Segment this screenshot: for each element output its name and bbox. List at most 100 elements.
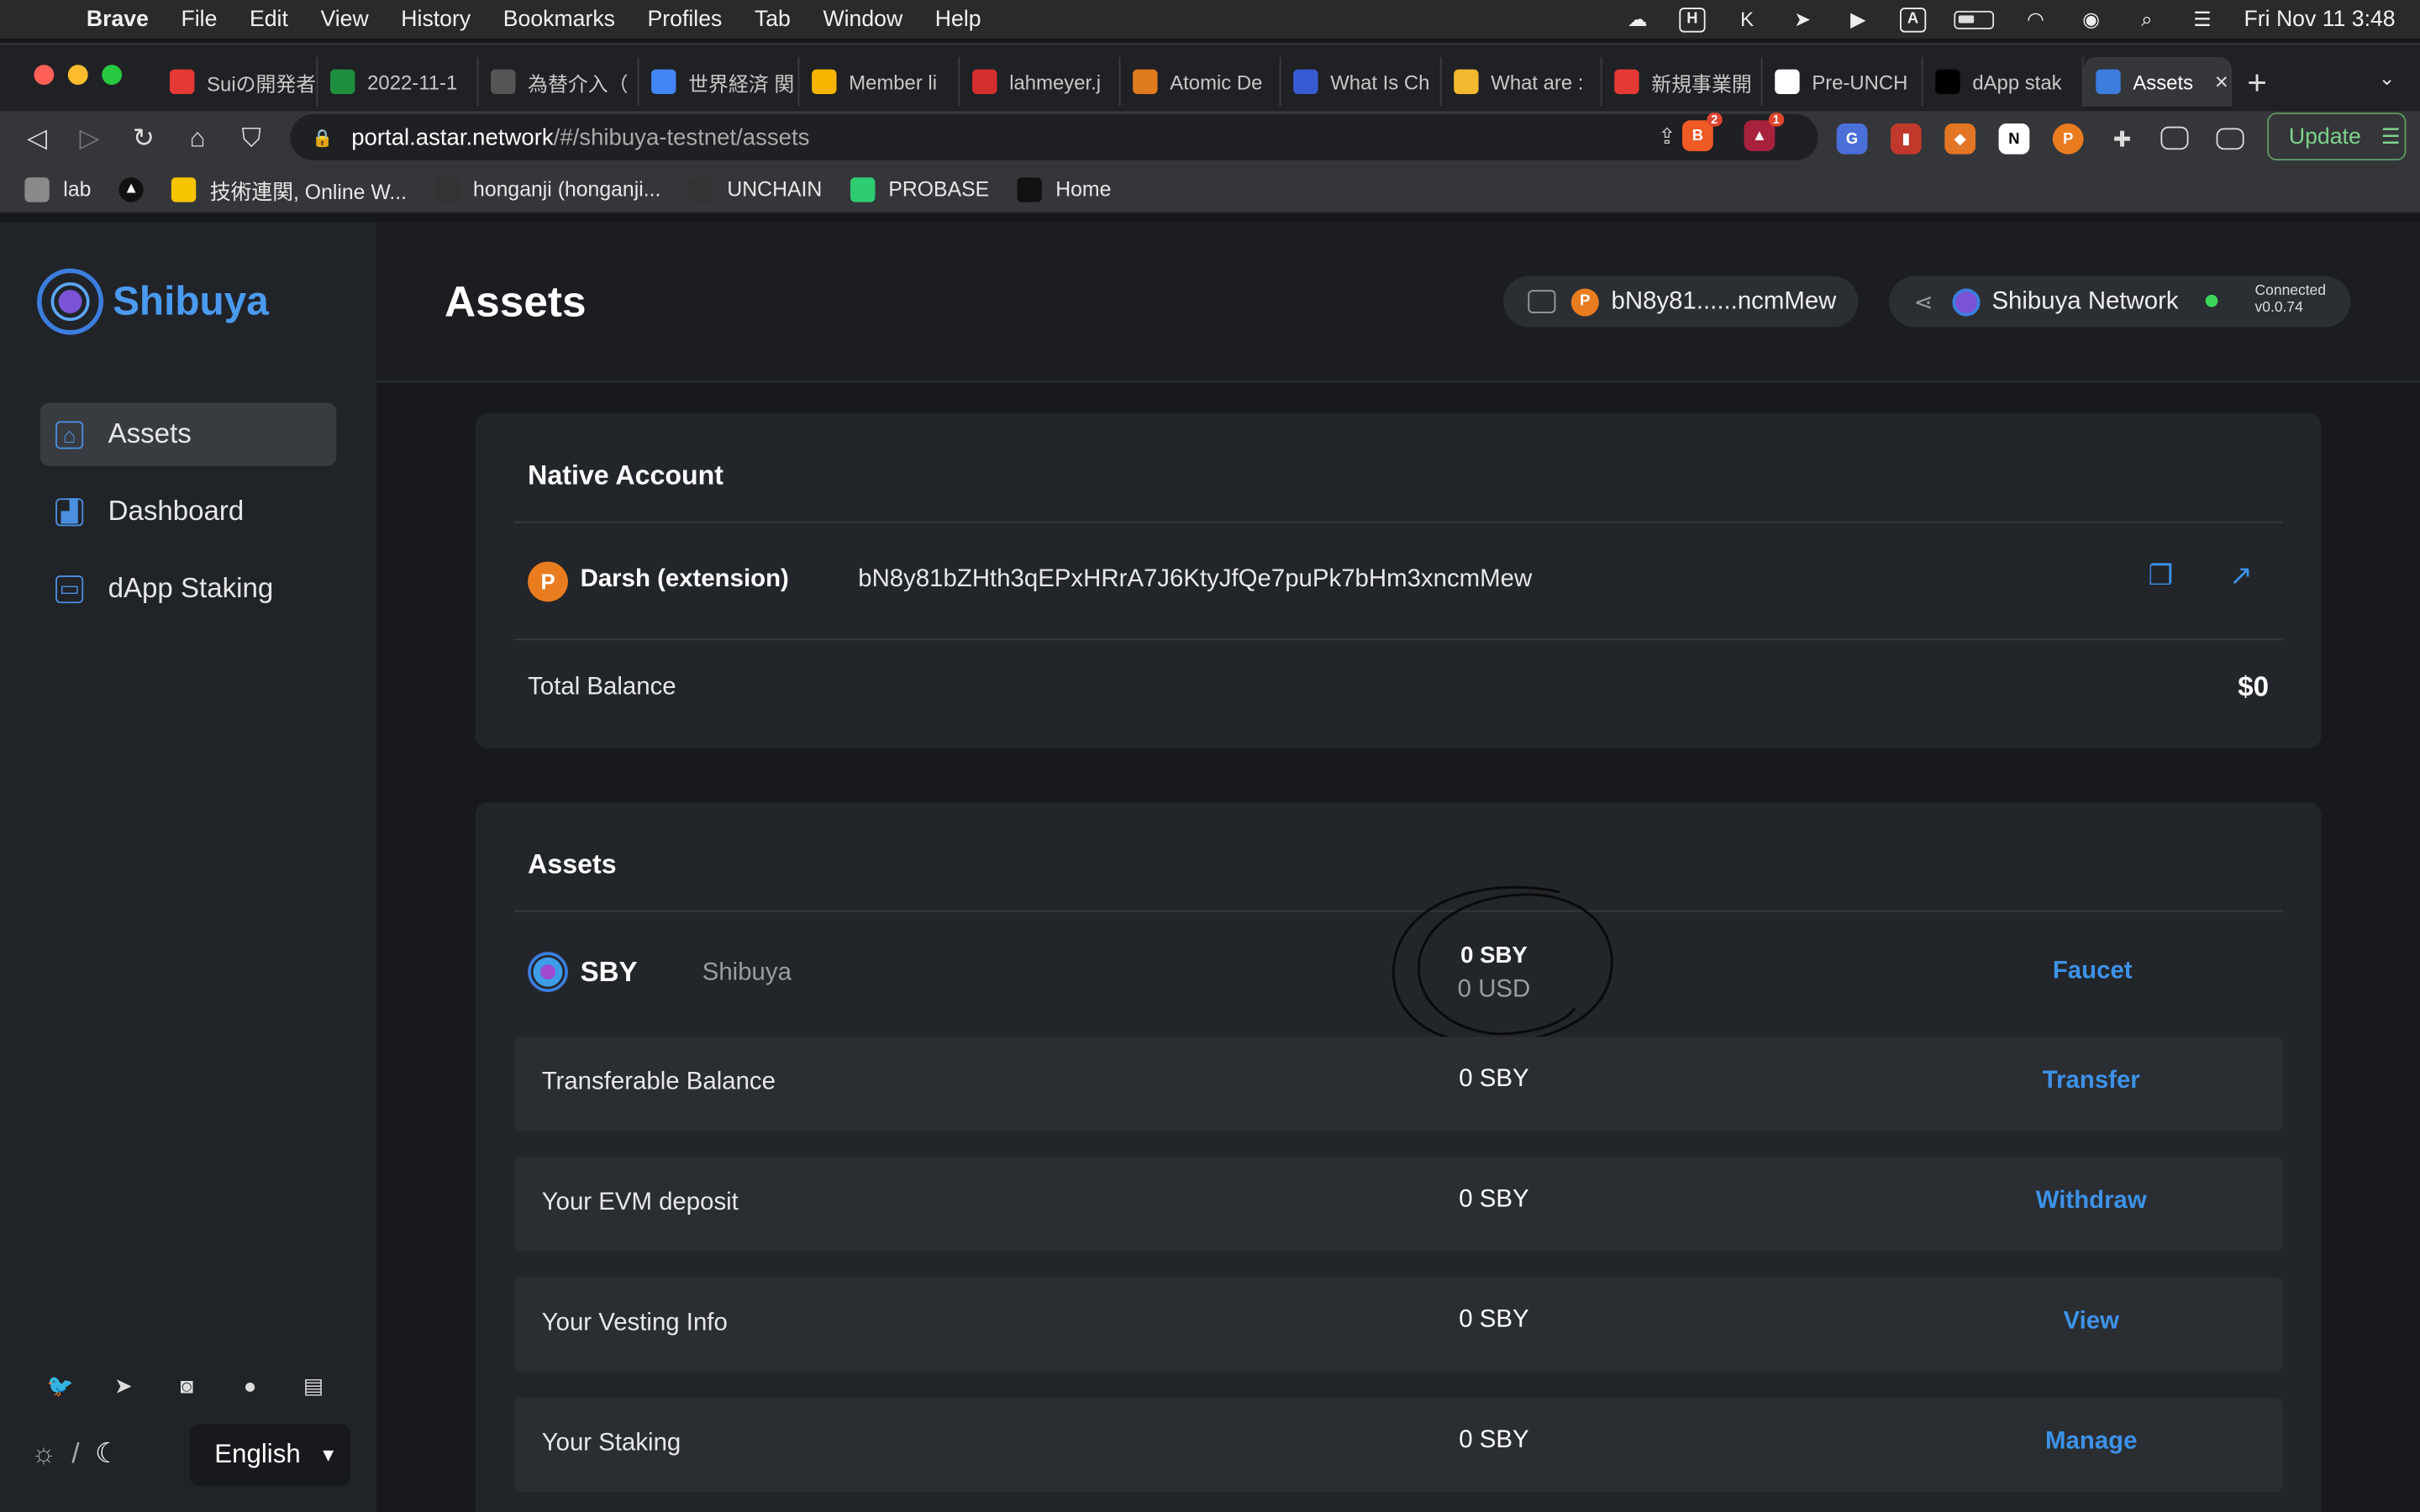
wifi-icon[interactable]: ◠	[2022, 7, 2049, 31]
sidebar-item-assets[interactable]: ⌂ Assets	[39, 402, 337, 466]
play-icon[interactable]: ▶	[1844, 7, 1872, 31]
book-extension-icon[interactable]: ▮	[1891, 123, 1922, 155]
telegram-icon[interactable]: ➤	[1789, 7, 1817, 31]
tab-7[interactable]: What Is Ch	[1281, 56, 1442, 107]
back-icon[interactable]: ◁	[22, 123, 53, 155]
klack-icon[interactable]: K	[1733, 7, 1761, 31]
bookmark-icon[interactable]: ⛉	[236, 123, 267, 155]
view-button[interactable]: View	[2002, 1309, 2181, 1336]
clock[interactable]: Fri Nov 11 3:48	[2244, 7, 2395, 31]
bookmark-1[interactable]: ▲	[118, 176, 144, 202]
tab-6[interactable]: Atomic De	[1120, 56, 1281, 107]
row-label: Your EVM deposit	[541, 1189, 739, 1216]
sidebar-nav: ⌂ Assets ▟ Dashboard ▭ dApp Staking	[39, 402, 337, 634]
twitter-icon[interactable]: 🐦	[46, 1372, 74, 1399]
wallet-button[interactable]: P bN8y81......ncmMew	[1502, 276, 1859, 328]
update-button[interactable]: Update ☰	[2267, 113, 2407, 161]
battery-icon[interactable]	[1954, 9, 1994, 29]
bookmark-6[interactable]: Home	[1017, 176, 1112, 202]
row-value: 0 SBY	[1459, 1306, 1529, 1333]
account-address[interactable]: bN8y81bZHth3qEPxHRrA7J6KtyJfQe7puPk7bHm3…	[858, 566, 1532, 594]
moon-icon[interactable]: ☾	[95, 1438, 120, 1471]
sidebar-item-dapp-staking[interactable]: ▭ dApp Staking	[40, 557, 337, 620]
tab-9[interactable]: 新規事業開	[1602, 56, 1763, 107]
zoom-window-button[interactable]	[102, 65, 123, 86]
page-title: Assets	[444, 277, 587, 326]
tab-favicon-icon	[651, 69, 676, 95]
lock-icon[interactable]: 🔒	[312, 128, 333, 147]
menu-edit[interactable]: Edit	[250, 7, 288, 31]
menu-view[interactable]: View	[320, 7, 368, 31]
notion-menu-icon[interactable]: H	[1679, 7, 1706, 32]
network-button[interactable]: ⋖ Shibuya Network Connected v0.0.74	[1889, 276, 2351, 328]
hamburger-menu-icon[interactable]: ☰	[2381, 123, 2401, 150]
minimize-window-button[interactable]	[67, 65, 88, 86]
menu-profiles[interactable]: Profiles	[648, 7, 723, 31]
brave-rewards-icon[interactable]: ▲ 1	[1744, 113, 1785, 152]
polkadot-extension-icon[interactable]: P	[2052, 123, 2084, 155]
tab-10[interactable]: Pre-UNCH	[1763, 56, 1923, 107]
address-url[interactable]: portal.astar.network/#/shibuya-testnet/a…	[351, 124, 809, 150]
menu-app-name[interactable]: Brave	[87, 7, 149, 31]
close-tab-icon[interactable]: ×	[2215, 69, 2228, 95]
metamask-icon[interactable]: ◆	[1944, 123, 1976, 155]
tab-2[interactable]: 為替介入（	[478, 56, 639, 107]
brave-shields-icon[interactable]: B2	[1682, 113, 1723, 152]
home-icon[interactable]: ⌂	[182, 123, 213, 155]
tab-3[interactable]: 世界経済 関	[639, 56, 800, 107]
menu-help[interactable]: Help	[935, 7, 981, 31]
bookmark-0[interactable]: lab	[24, 176, 91, 202]
external-link-icon[interactable]: ↗	[2223, 557, 2260, 594]
manage-button[interactable]: Manage	[2002, 1429, 2181, 1457]
bookmark-2[interactable]: 技術連関, Online W...	[171, 174, 407, 205]
notion-icon[interactable]: N	[1998, 123, 2030, 155]
bookmark-label: honganji (honganji...	[473, 177, 661, 201]
github-icon[interactable]: ●	[236, 1372, 264, 1399]
language-select[interactable]: English ▼	[189, 1424, 350, 1486]
address-bar[interactable]: 🔒 portal.astar.network/#/shibuya-testnet…	[290, 113, 1818, 161]
bookmark-5[interactable]: PROBASE	[850, 176, 989, 202]
reload-icon[interactable]: ↻	[128, 123, 159, 155]
share-icon[interactable]: ⇪	[1658, 123, 1676, 150]
control-center-icon[interactable]: ☰	[2188, 7, 2216, 31]
tab-1[interactable]: 2022-11-1	[318, 56, 479, 107]
shibuya-logo[interactable]: Shibuya	[37, 268, 269, 335]
row-value: 0 SBY	[1459, 1426, 1529, 1454]
withdraw-button[interactable]: Withdraw	[2002, 1188, 2181, 1215]
menu-bookmarks[interactable]: Bookmarks	[503, 7, 615, 31]
sun-icon[interactable]: ☼	[31, 1438, 56, 1471]
close-window-button[interactable]	[34, 65, 55, 86]
menu-history[interactable]: History	[401, 7, 471, 31]
bookmark-4[interactable]: UNCHAIN	[688, 176, 822, 202]
forward-icon[interactable]: ▷	[74, 123, 105, 155]
copy-icon[interactable]: ❐	[2142, 557, 2179, 594]
telegram-icon[interactable]: ➤	[109, 1372, 137, 1399]
extensions-puzzle-icon[interactable]: ✚	[2107, 123, 2138, 155]
sidebar-item-dashboard[interactable]: ▟ Dashboard	[40, 480, 337, 543]
tab-12[interactable]: Assets ×	[2083, 56, 2232, 107]
tab-8[interactable]: What are :	[1442, 56, 1602, 107]
docs-icon[interactable]: ▤	[299, 1372, 327, 1399]
creative-cloud-icon[interactable]: ☁	[1623, 7, 1651, 31]
menu-tab[interactable]: Tab	[755, 7, 791, 31]
faucet-button[interactable]: Faucet	[2053, 958, 2133, 986]
tab-search-chevron-icon[interactable]: ⌄	[2379, 66, 2396, 91]
menu-file[interactable]: File	[181, 7, 217, 31]
transfer-button[interactable]: Transfer	[2002, 1068, 2181, 1095]
bookmark-label: Home	[1055, 177, 1112, 201]
tab-5[interactable]: lahmeyer.j	[960, 56, 1121, 107]
discord-icon[interactable]: ◙	[173, 1372, 201, 1399]
spotlight-icon[interactable]: ⌕	[2133, 7, 2160, 31]
sidebar-toggle-icon[interactable]	[2160, 126, 2189, 150]
translate-extension-icon[interactable]: G	[1836, 123, 1868, 155]
tab-11[interactable]: dApp stak	[1923, 56, 2084, 107]
input-source-icon[interactable]: A	[1899, 7, 1927, 32]
wallet-icon[interactable]	[2216, 128, 2244, 150]
new-tab-button[interactable]: +	[2247, 63, 2267, 103]
menu-window[interactable]: Window	[823, 7, 902, 31]
user-icon[interactable]: ◉	[2077, 7, 2105, 31]
tab-0[interactable]: Suiの開発者	[157, 56, 318, 107]
polkadot-account-icon: P	[528, 561, 568, 602]
tab-4[interactable]: Member li	[799, 56, 960, 107]
bookmark-3[interactable]: honganji (honganji...	[434, 176, 661, 202]
